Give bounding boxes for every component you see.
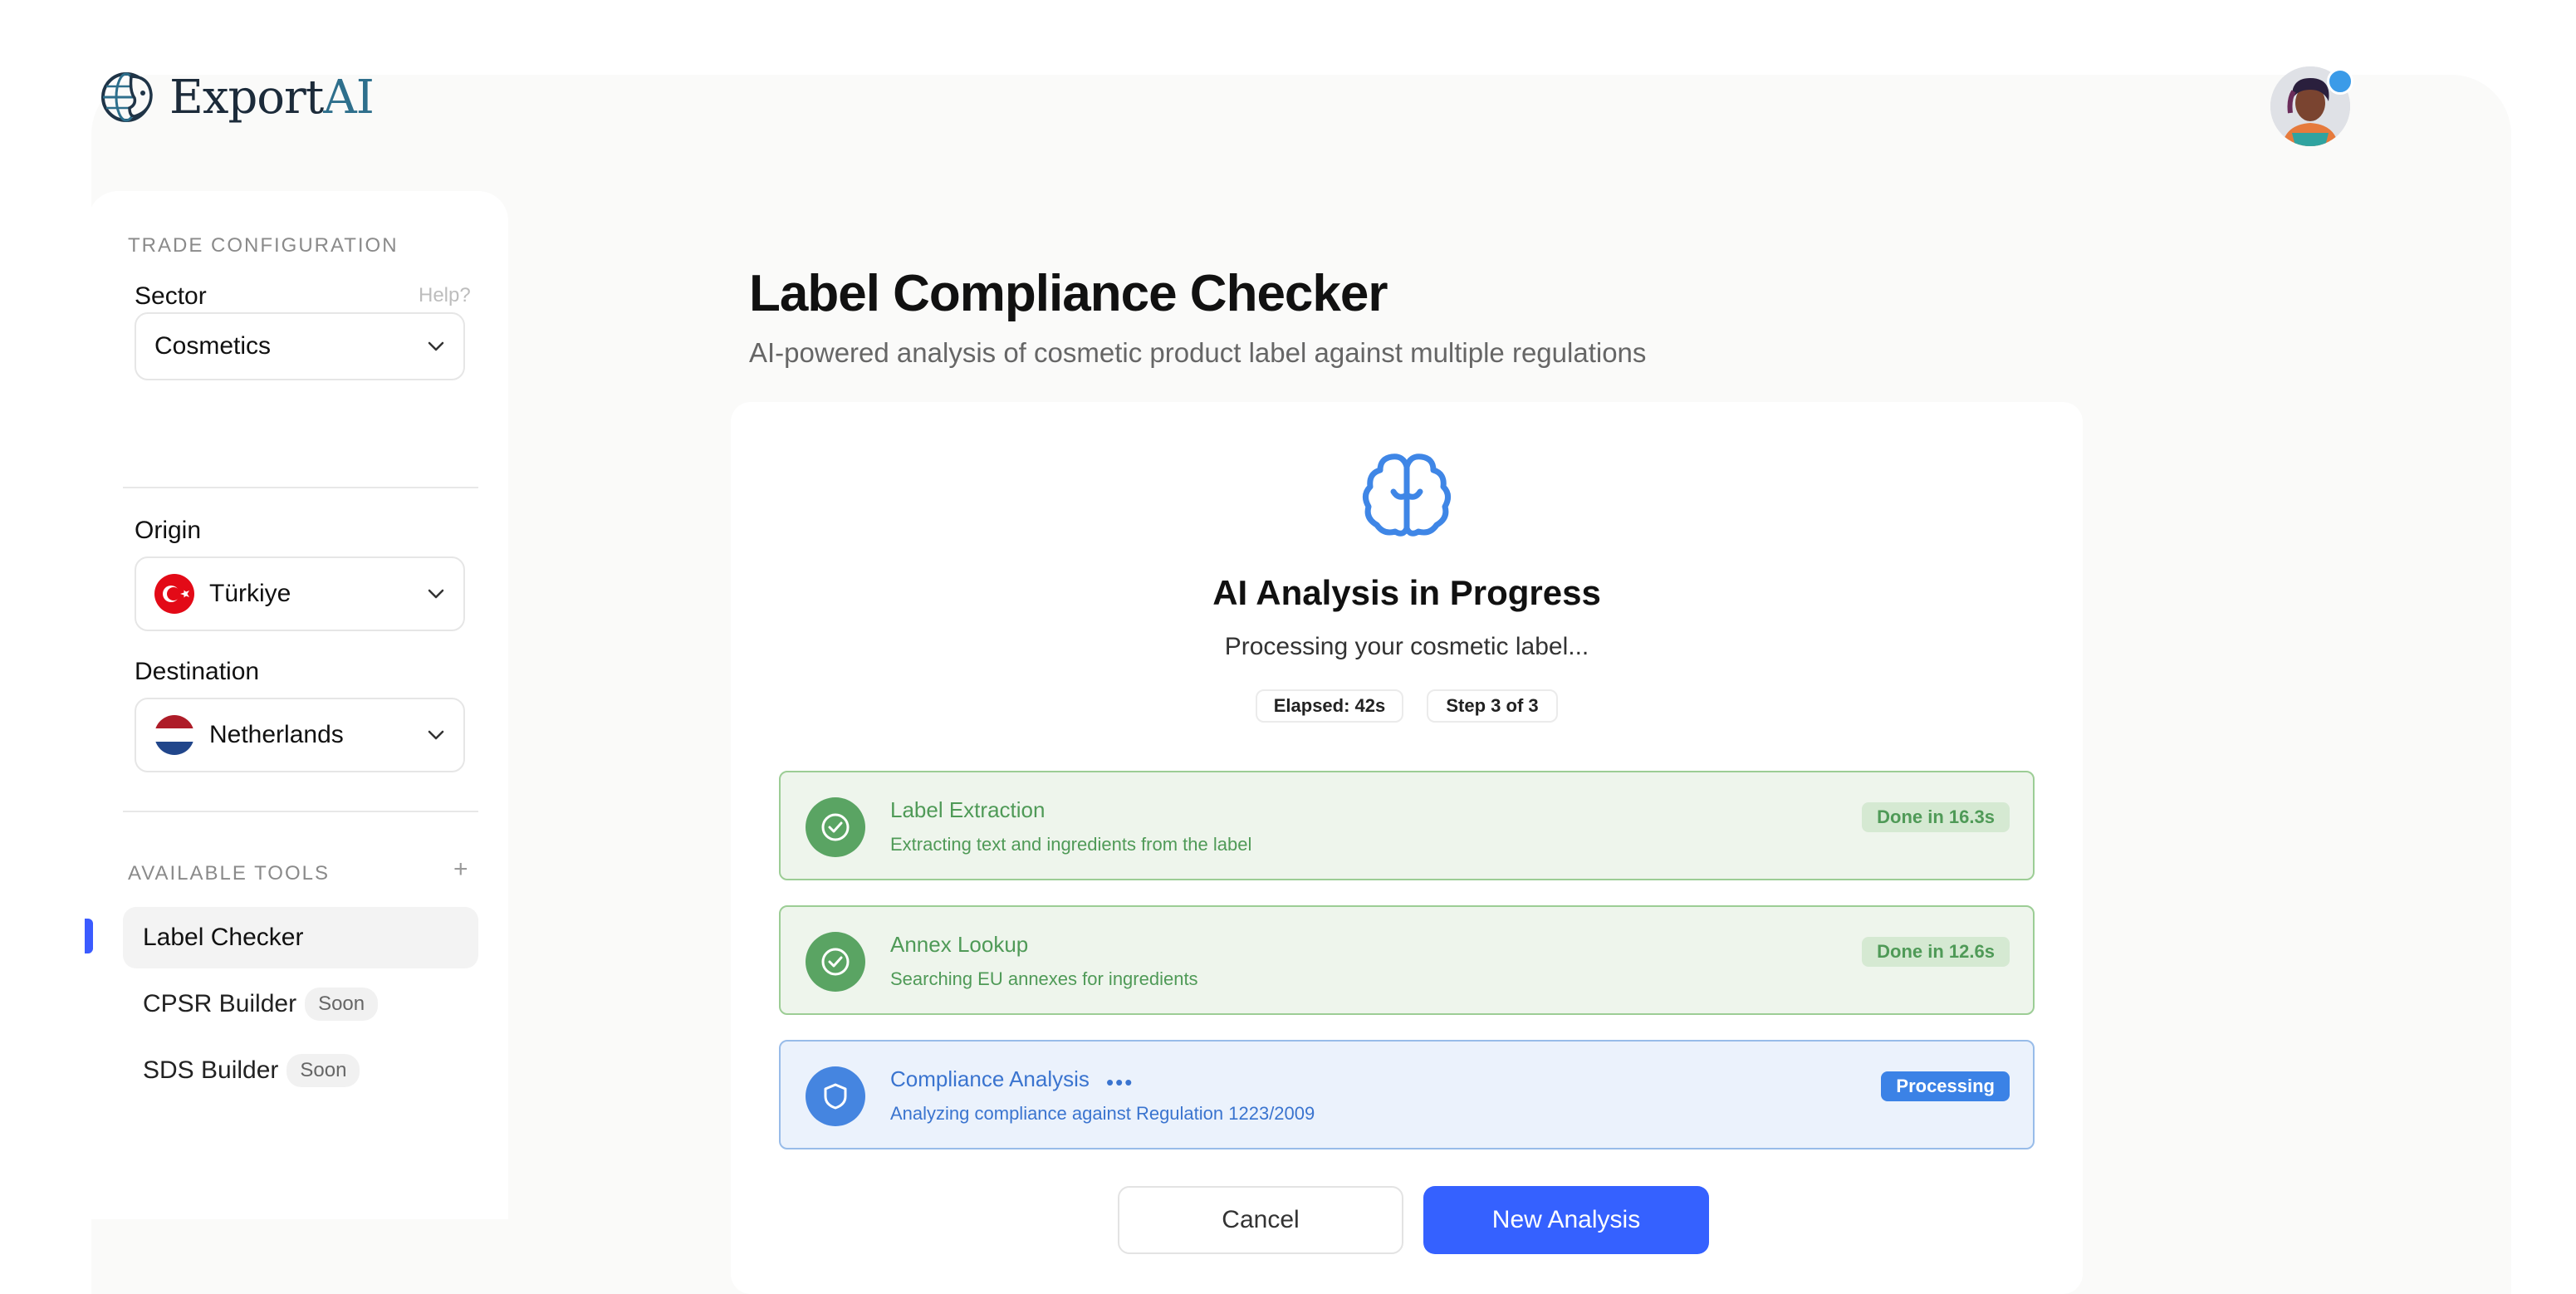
- step-chip: Step 3 of 3: [1427, 689, 1558, 723]
- available-tools-heading: AVAILABLE TOOLS: [128, 862, 330, 885]
- destination-value: Netherlands: [209, 721, 344, 748]
- sidebar-divider: [123, 487, 478, 488]
- trade-config-heading: TRADE CONFIGURATION: [128, 234, 399, 257]
- soon-badge: Soon: [305, 988, 379, 1021]
- brand-name: ExportAI: [169, 70, 375, 125]
- verified-badge-icon: [2327, 68, 2353, 95]
- step-annex-lookup: Annex Lookup Searching EU annexes for in…: [779, 905, 2035, 1015]
- step-status-badge: Done in 12.6s: [1862, 937, 2010, 967]
- sidebar-item-cpsr-builder[interactable]: CPSR Builder Soon: [123, 973, 478, 1035]
- globe-brain-icon: [101, 72, 153, 122]
- help-link[interactable]: Help?: [419, 284, 471, 307]
- step-description: Searching EU annexes for ingredients: [890, 968, 1198, 989]
- user-avatar[interactable]: [2270, 66, 2353, 146]
- chevron-down-icon: [428, 730, 444, 740]
- tool-label: SDS Builder: [143, 1056, 279, 1084]
- shield-icon: [806, 1066, 865, 1126]
- progress-subtitle: Processing your cosmetic label...: [1224, 633, 1589, 660]
- page-title: Label Compliance Checker: [749, 265, 1388, 322]
- soon-badge: Soon: [286, 1054, 360, 1087]
- sector-value: Cosmetics: [154, 332, 272, 360]
- step-description: Analyzing compliance against Regulation …: [890, 1103, 1315, 1124]
- sidebar: TRADE CONFIGURATION Sector Help? Cosmeti…: [88, 191, 508, 1219]
- sidebar-divider: [123, 811, 478, 812]
- step-title: Label Extraction: [890, 797, 1046, 822]
- turkey-flag-icon: [154, 574, 194, 614]
- step-title: Annex Lookup: [890, 932, 1029, 957]
- check-circle-icon: [806, 797, 865, 857]
- origin-value: Türkiye: [209, 580, 291, 607]
- progress-title: AI Analysis in Progress: [1212, 573, 1601, 612]
- destination-select[interactable]: Netherlands: [135, 698, 465, 772]
- origin-select[interactable]: Türkiye: [135, 556, 465, 631]
- page-subtitle: AI-powered analysis of cosmetic product …: [749, 337, 1647, 368]
- cancel-button[interactable]: Cancel: [1118, 1186, 1403, 1254]
- new-analysis-button[interactable]: New Analysis: [1423, 1186, 1709, 1254]
- step-description: Extracting text and ingredients from the…: [890, 834, 1252, 855]
- chevron-down-icon: [428, 341, 444, 351]
- step-label-extraction: Label Extraction Extracting text and ing…: [779, 771, 2035, 880]
- brain-icon: [1363, 453, 1451, 537]
- step-status-badge: Done in 16.3s: [1862, 802, 2010, 832]
- chevron-down-icon: [428, 589, 444, 599]
- active-tool-indicator: [85, 919, 93, 953]
- destination-label: Destination: [135, 658, 260, 685]
- loading-dots-icon: •••: [1106, 1070, 1134, 1095]
- netherlands-flag-icon: [154, 715, 194, 755]
- brand-logo[interactable]: ExportAI: [100, 68, 375, 126]
- tool-label: Label Checker: [143, 924, 304, 951]
- check-circle-icon: [806, 932, 865, 992]
- origin-label: Origin: [135, 517, 202, 544]
- elapsed-chip: Elapsed: 42s: [1256, 689, 1403, 723]
- sector-label: Sector: [135, 282, 207, 310]
- step-title: Compliance Analysis: [890, 1066, 1090, 1091]
- add-tool-button[interactable]: +: [453, 855, 468, 884]
- tool-label: CPSR Builder: [143, 990, 297, 1017]
- step-compliance-analysis: Compliance Analysis ••• Analyzing compli…: [779, 1040, 2035, 1149]
- sidebar-item-label-checker[interactable]: Label Checker: [123, 907, 478, 968]
- step-status-badge: Processing: [1881, 1071, 2010, 1101]
- sector-select[interactable]: Cosmetics: [135, 312, 465, 380]
- sidebar-item-sds-builder[interactable]: SDS Builder Soon: [123, 1040, 478, 1101]
